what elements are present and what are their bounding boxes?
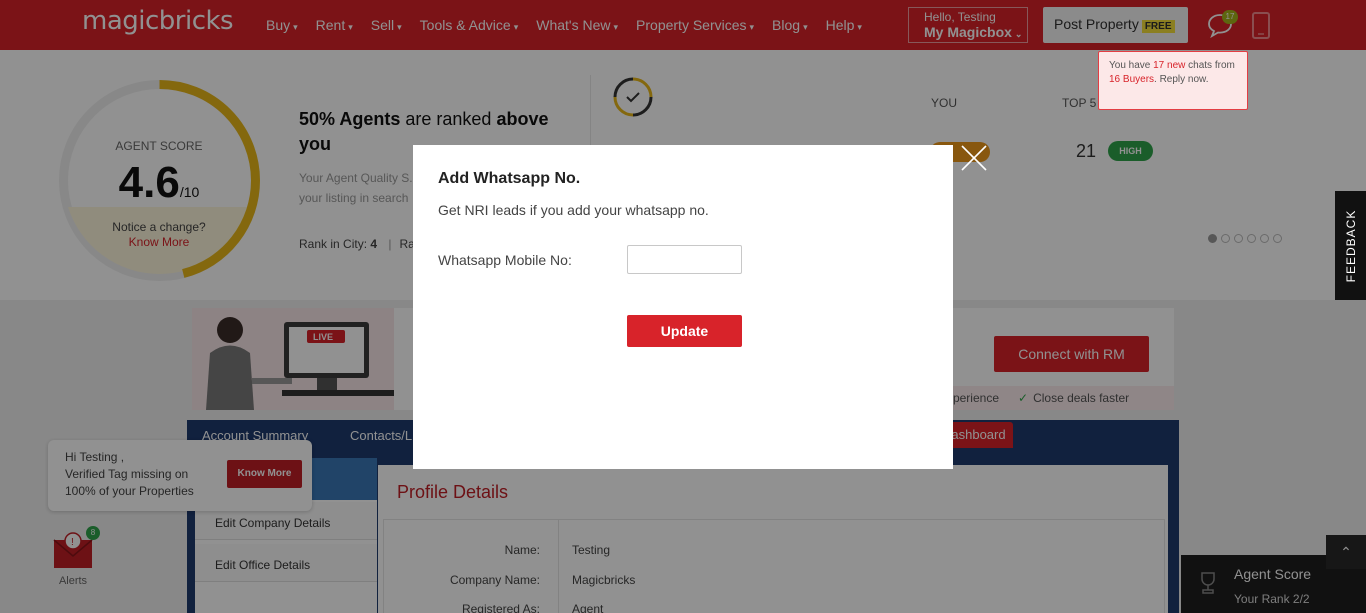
whatsapp-field-label: Whatsapp Mobile No: <box>438 252 572 268</box>
modal-subtitle: Get NRI leads if you add your whatsapp n… <box>438 202 709 218</box>
chat-pop-text-3: . Reply now. <box>1154 74 1209 85</box>
feedback-label: FEEDBACK <box>1343 209 1358 282</box>
feedback-tab[interactable]: FEEDBACK <box>1335 191 1366 300</box>
chat-pop-new-count: 17 new <box>1153 60 1186 71</box>
modal-title: Add Whatsapp No. <box>438 170 581 187</box>
whatsapp-number-input[interactable] <box>627 245 742 274</box>
chat-pop-text-2: chats from <box>1185 60 1235 71</box>
close-icon[interactable] <box>961 145 987 171</box>
chat-pop-buyers: 16 Buyers <box>1109 74 1155 85</box>
chat-notification-popup[interactable]: You have 17 new chats from 16 Buyers. Re… <box>1098 51 1248 110</box>
chat-pop-text-1: You have <box>1109 60 1154 71</box>
update-button[interactable]: Update <box>627 315 742 347</box>
add-whatsapp-modal: Add Whatsapp No. Get NRI leads if you ad… <box>413 145 953 469</box>
